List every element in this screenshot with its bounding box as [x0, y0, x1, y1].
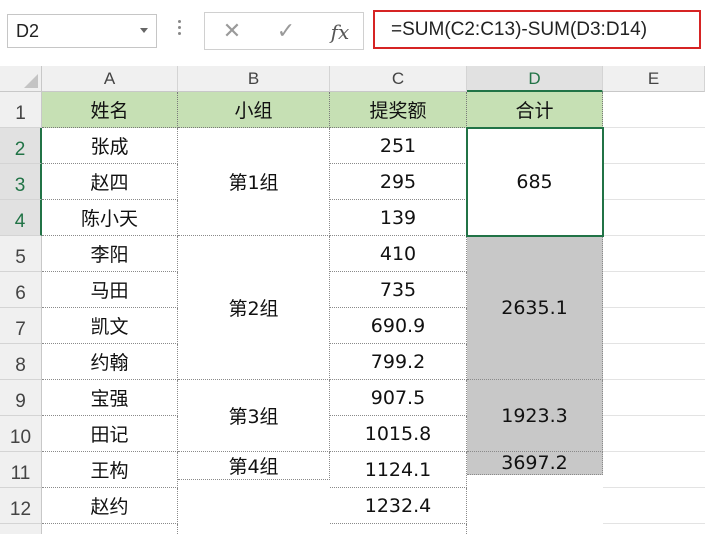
cell-name[interactable]: 陈小天: [42, 200, 178, 236]
cell-name[interactable]: 马田: [42, 272, 178, 308]
row-number: 2: [14, 139, 26, 160]
gridline: [603, 271, 705, 272]
column-header-e[interactable]: E: [603, 66, 705, 92]
row-header[interactable]: 1: [0, 92, 42, 128]
row-number: 7: [15, 319, 26, 340]
formula-buttons: ✕ ✓ fx: [204, 12, 364, 50]
row-number: 9: [15, 391, 26, 412]
column-header-d[interactable]: D: [467, 66, 603, 92]
cell-total[interactable]: 2635.1: [467, 236, 603, 380]
cell-name[interactable]: 田记: [42, 416, 178, 452]
row-number: 5: [15, 247, 26, 268]
gridline: [603, 415, 705, 416]
formula-input[interactable]: =SUM(C2:C13)-SUM(D3:D14): [373, 10, 701, 49]
cell-bonus[interactable]: 1124.1: [330, 452, 467, 488]
header-cell-group[interactable]: 小组: [178, 92, 330, 128]
cell-bonus[interactable]: 799.2: [330, 344, 467, 380]
more-options-icon[interactable]: [176, 20, 182, 42]
row-number: 4: [14, 211, 26, 232]
row-header[interactable]: 12: [0, 488, 42, 524]
gridline: [603, 523, 705, 524]
column-header-a[interactable]: A: [42, 66, 178, 92]
cell-bonus[interactable]: 907.5: [330, 380, 467, 416]
cell-bonus[interactable]: 251: [330, 128, 467, 164]
row-number: 3: [14, 175, 26, 196]
cell-name[interactable]: 赵约: [42, 488, 178, 524]
header-cell-bonus[interactable]: 提奖额: [330, 92, 467, 128]
row-header[interactable]: 2: [0, 128, 42, 164]
gridline: [603, 199, 705, 200]
cell-bonus[interactable]: 690.9: [330, 308, 467, 344]
select-all-button[interactable]: [0, 66, 42, 92]
name-box-value: D2: [16, 21, 40, 41]
row-header[interactable]: 10: [0, 416, 42, 452]
row-number: 12: [9, 499, 32, 520]
column-header-c[interactable]: C: [330, 66, 467, 92]
row-number: 6: [15, 283, 26, 304]
cell-name[interactable]: 约翰: [42, 344, 178, 380]
row-header[interactable]: 7: [0, 308, 42, 344]
cell-bonus[interactable]: 410: [330, 236, 467, 272]
cell-name[interactable]: 张成: [42, 128, 178, 164]
row-header[interactable]: 3: [0, 164, 42, 200]
cell-bonus[interactable]: 139: [330, 200, 467, 236]
spreadsheet-grid[interactable]: A B C D E 1 2 3 4 5 6 7 8 9 10 11 12 姓名 小组 提奖额 合计 张成 251 赵四 295 陈…: [0, 66, 705, 534]
gridline: [603, 127, 705, 128]
cell-name[interactable]: 凯文: [42, 308, 178, 344]
cell-group[interactable]: 第1组: [178, 128, 330, 236]
row-header[interactable]: 9: [0, 380, 42, 416]
enter-icon[interactable]: ✓: [271, 18, 301, 46]
chevron-down-icon[interactable]: [140, 28, 148, 33]
row-header[interactable]: 6: [0, 272, 42, 308]
name-box[interactable]: D2: [7, 14, 157, 48]
row-header[interactable]: 11: [0, 452, 42, 488]
cell-name[interactable]: [42, 524, 178, 534]
cell-bonus[interactable]: 1232.4: [330, 488, 467, 524]
cell-group[interactable]: 第3组: [178, 380, 330, 452]
cell-name[interactable]: 李阳: [42, 236, 178, 272]
row-number: 8: [15, 355, 26, 376]
gridline: [603, 163, 705, 164]
gridline: [603, 451, 705, 452]
cell-name[interactable]: 王构: [42, 452, 178, 488]
formula-bar: D2 ✕ ✓ fx =SUM(C2:C13)-SUM(D3:D14): [0, 0, 705, 62]
row-header[interactable]: 5: [0, 236, 42, 272]
gridline: [603, 307, 705, 308]
row-number: 10: [9, 427, 32, 448]
cell-total[interactable]: 1923.3: [467, 380, 603, 452]
cell-bonus[interactable]: 295: [330, 164, 467, 200]
cell-total[interactable]: 685: [467, 128, 603, 236]
cell-name[interactable]: 宝强: [42, 380, 178, 416]
cell-bonus[interactable]: [330, 524, 467, 534]
gridline: [603, 379, 705, 380]
gridline: [603, 343, 705, 344]
cell-name[interactable]: 赵四: [42, 164, 178, 200]
row-header[interactable]: 8: [0, 344, 42, 380]
cell-total[interactable]: 3697.2: [467, 452, 603, 475]
header-cell-name[interactable]: 姓名: [42, 92, 178, 128]
cell-bonus[interactable]: 735: [330, 272, 467, 308]
gridline: [603, 487, 705, 488]
cell-bonus[interactable]: 1015.8: [330, 416, 467, 452]
gridline: [603, 235, 705, 236]
row-header[interactable]: [0, 524, 42, 534]
formula-text: =SUM(C2:C13)-SUM(D3:D14): [391, 19, 648, 40]
cell-group[interactable]: 第2组: [178, 236, 330, 380]
column-header-b[interactable]: B: [178, 66, 330, 92]
row-header[interactable]: 4: [0, 200, 42, 236]
row-number: 11: [10, 463, 31, 484]
cancel-icon[interactable]: ✕: [217, 18, 247, 46]
header-cell-total[interactable]: 合计: [467, 92, 603, 128]
cell-group[interactable]: 第4组: [178, 452, 330, 480]
row-number: 1: [15, 103, 26, 124]
insert-function-icon[interactable]: fx: [325, 18, 355, 46]
select-all-icon: [24, 74, 38, 88]
